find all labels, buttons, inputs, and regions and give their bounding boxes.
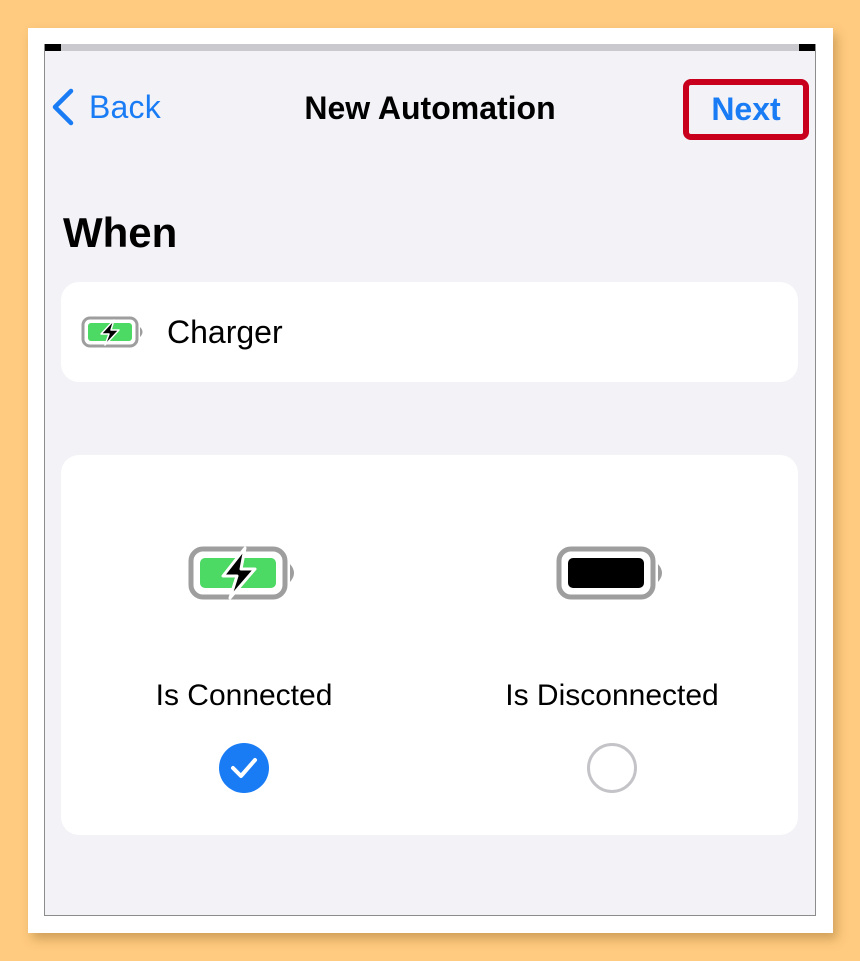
option-label-disconnected: Is Disconnected <box>505 679 719 712</box>
battery-full-icon <box>556 546 662 600</box>
trigger-label: Charger <box>167 313 283 350</box>
radio-selected[interactable] <box>219 743 269 793</box>
radio-unselected[interactable] <box>587 743 637 793</box>
battery-charging-icon <box>188 546 294 600</box>
battery-charging-icon <box>81 316 143 348</box>
checkmark-icon <box>231 758 257 778</box>
section-title-when: When <box>63 209 178 256</box>
status-bar-edge <box>45 44 815 51</box>
option-label-connected: Is Connected <box>155 679 333 712</box>
trigger-card[interactable]: Charger <box>61 282 798 382</box>
next-button[interactable]: Next <box>711 91 780 128</box>
next-button-highlight: Next <box>683 79 809 140</box>
status-bar-left-cap <box>45 44 61 51</box>
option-is-connected[interactable]: Is Connected <box>94 455 394 835</box>
navigation-bar: Back New Automation Next <box>45 79 815 140</box>
options-card: Is Connected Is Disconnected <box>61 455 798 835</box>
phone-screen: Back New Automation Next When Charger Is… <box>44 44 816 916</box>
status-bar-right-cap <box>799 44 815 51</box>
option-is-disconnected[interactable]: Is Disconnected <box>462 455 762 835</box>
